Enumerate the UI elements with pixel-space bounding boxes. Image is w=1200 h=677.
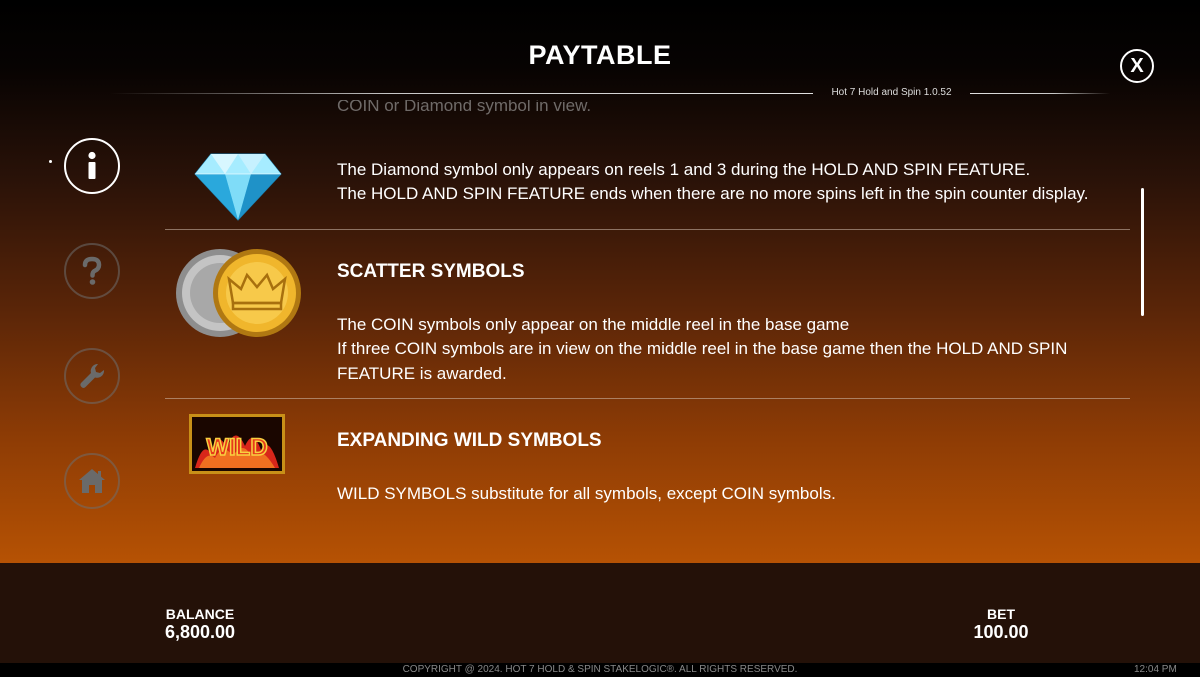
version-label: Hot 7 Hold and Spin 1.0.52 — [831, 87, 952, 98]
diamond-description-1: The Diamond symbol only appears on reels… — [337, 160, 1031, 179]
wild-heading: EXPANDING WILD SYMBOLS — [337, 430, 602, 451]
scatter-description-2: If three COIN symbols are in view on the… — [337, 339, 1068, 358]
paytable-panel: PAYTABLE X Hot 7 Hold and Spin 1.0.52 CO… — [0, 0, 1200, 563]
page-title: PAYTABLE — [528, 40, 672, 70]
section-divider — [165, 229, 1130, 230]
balance-label: BALANCE — [165, 606, 235, 622]
scatter-description-1: The COIN symbols only appear on the midd… — [337, 315, 850, 334]
header-divider-left — [110, 93, 813, 94]
section-divider — [165, 398, 1130, 399]
coin-icon — [176, 249, 301, 337]
bet-label: BET — [987, 606, 1015, 622]
footer-bar: BALANCE 6,800.00 BET 100.00 — [0, 563, 1200, 663]
close-icon: X — [1130, 55, 1144, 77]
header-divider-right — [970, 93, 1110, 94]
paytable-content[interactable]: COIN or Diamond symbol in view. The Diam… — [0, 100, 1200, 563]
scrollbar[interactable] — [1141, 188, 1144, 316]
bet-value: 100.00 — [973, 622, 1029, 642]
wild-icon-text: WILD — [206, 434, 267, 461]
diamond-description-2: The HOLD AND SPIN FEATURE ends when ther… — [337, 184, 1089, 203]
close-button[interactable]: X — [1120, 49, 1154, 83]
copyright-bar: COPYRIGHT @ 2024. HOT 7 HOLD & SPIN STAK… — [0, 663, 1200, 675]
balance-value: 6,800.00 — [164, 622, 236, 642]
scatter-heading: SCATTER SYMBOLS — [337, 261, 525, 282]
wild-icon: WILD — [189, 414, 285, 474]
cut-off-text: COIN or Diamond symbol in view. — [337, 100, 592, 115]
wild-description-1: WILD SYMBOLS substitute for all symbols,… — [337, 484, 836, 503]
scatter-description-3: FEATURE is awarded. — [337, 364, 507, 383]
diamond-icon — [194, 153, 282, 221]
